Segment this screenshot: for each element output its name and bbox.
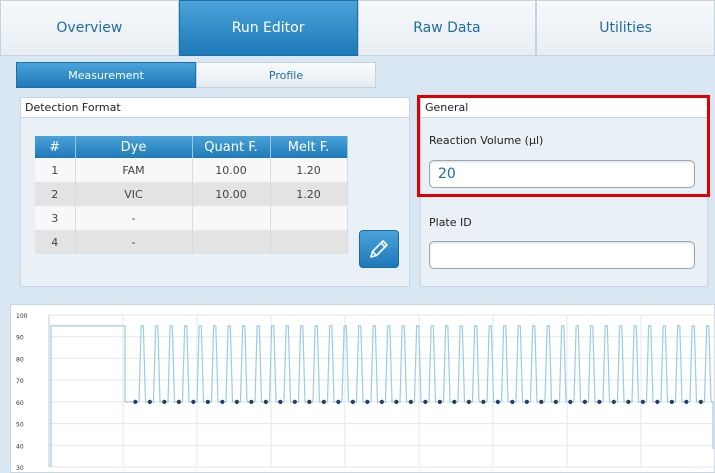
measurement-marker [437, 399, 442, 404]
table-row[interactable]: 2 VIC 10.00 1.20 [35, 182, 348, 206]
measurement-marker [539, 399, 544, 404]
measurement-marker [321, 399, 326, 404]
measurement-marker [698, 399, 703, 404]
temperature-profile-chart: 100 90 80 70 60 50 40 30 [10, 304, 715, 473]
row-number: 1 [35, 158, 76, 182]
measurement-marker [568, 399, 573, 404]
y-tick-label: 80 [16, 356, 24, 363]
measurement-marker [220, 399, 225, 404]
reaction-volume-input[interactable] [429, 160, 695, 188]
measurement-marker [133, 399, 138, 404]
detection-format-title: Detection Format [21, 98, 409, 118]
row-dye: FAM [75, 158, 193, 182]
row-quant [192, 206, 271, 230]
row-melt [270, 230, 348, 254]
header-number: # [35, 136, 76, 158]
measurement-marker [524, 399, 529, 404]
general-title: General [421, 98, 707, 118]
reaction-volume-label: Reaction Volume (µl) [429, 134, 544, 147]
plate-id-label: Plate ID [429, 216, 472, 229]
tab-profile[interactable]: Profile [196, 62, 376, 88]
measurement-marker [263, 399, 268, 404]
tab-run-editor[interactable]: Run Editor [178, 0, 358, 56]
measurement-marker [234, 399, 239, 404]
table-row[interactable]: 1 FAM 10.00 1.20 [35, 158, 348, 182]
pencil-icon [370, 240, 388, 258]
measurement-marker [365, 399, 370, 404]
measurement-marker [394, 399, 399, 404]
y-tick-label: 40 [16, 443, 24, 450]
sub-tab-bar: Measurement Profile [16, 62, 376, 88]
measurement-marker [481, 399, 486, 404]
measurement-marker [249, 399, 254, 404]
header-quant-factor: Quant F. [192, 136, 271, 158]
tab-overview[interactable]: Overview [0, 0, 179, 56]
measurement-marker [510, 399, 515, 404]
y-tick-label: 70 [16, 378, 24, 385]
header-melt-factor: Melt F. [270, 136, 348, 158]
tab-utilities[interactable]: Utilities [536, 0, 715, 56]
detection-format-panel: Detection Format # Dye Quant F. Melt F. … [20, 97, 410, 287]
measurement-marker [307, 399, 312, 404]
measurement-marker [582, 399, 587, 404]
measurement-marker [640, 399, 645, 404]
measurement-marker [553, 399, 558, 404]
y-tick-label: 90 [16, 335, 24, 342]
row-quant [192, 230, 271, 254]
measurement-marker [379, 399, 384, 404]
measurement-marker [205, 399, 210, 404]
profile-chart-svg: 100 90 80 70 60 50 40 30 [16, 313, 715, 472]
measurement-marker [408, 399, 413, 404]
measurement-marker [495, 399, 500, 404]
table-row[interactable]: 3 - [35, 206, 348, 230]
measurement-marker [162, 399, 167, 404]
y-tick-label: 60 [16, 400, 24, 407]
edit-dyes-button[interactable] [359, 230, 399, 268]
plate-id-input[interactable] [429, 241, 695, 269]
measurement-marker [466, 399, 471, 404]
y-tick-label: 30 [16, 465, 24, 472]
table-row[interactable]: 4 - [35, 230, 348, 254]
main-tab-bar: Overview Run Editor Raw Data Utilities [0, 0, 715, 56]
row-dye: VIC [75, 182, 193, 206]
header-dye: Dye [75, 136, 193, 158]
measurement-marker [350, 399, 355, 404]
row-melt: 1.20 [270, 182, 348, 206]
measurement-marker [423, 399, 428, 404]
row-number: 3 [35, 206, 76, 230]
dye-table: # Dye Quant F. Melt F. 1 FAM 10.00 1.20 … [35, 136, 348, 254]
row-number: 4 [35, 230, 76, 254]
row-number: 2 [35, 182, 76, 206]
row-quant: 10.00 [192, 182, 271, 206]
measurement-marker [278, 399, 283, 404]
general-panel: General Reaction Volume (µl) Plate ID [420, 97, 708, 287]
row-dye: - [75, 230, 193, 254]
row-melt: 1.20 [270, 158, 348, 182]
profile-line [50, 325, 714, 467]
measurement-marker [292, 399, 297, 404]
measurement-marker [611, 399, 616, 404]
y-tick-label: 50 [16, 422, 24, 429]
measurement-marker [176, 399, 181, 404]
dye-table-header: # Dye Quant F. Melt F. [35, 136, 348, 158]
measurement-marker [336, 399, 341, 404]
tab-raw-data[interactable]: Raw Data [357, 0, 537, 56]
measurement-marker [655, 399, 660, 404]
measurement-marker [626, 399, 631, 404]
measurement-marker [669, 399, 674, 404]
measurement-marker [684, 399, 689, 404]
measurement-marker [597, 399, 602, 404]
measurement-marker [147, 399, 152, 404]
measurement-marker [191, 399, 196, 404]
tab-measurement[interactable]: Measurement [16, 62, 196, 88]
row-quant: 10.00 [192, 158, 271, 182]
y-tick-label: 100 [16, 313, 28, 320]
row-dye: - [75, 206, 193, 230]
row-melt [270, 206, 348, 230]
measurement-marker [452, 399, 457, 404]
